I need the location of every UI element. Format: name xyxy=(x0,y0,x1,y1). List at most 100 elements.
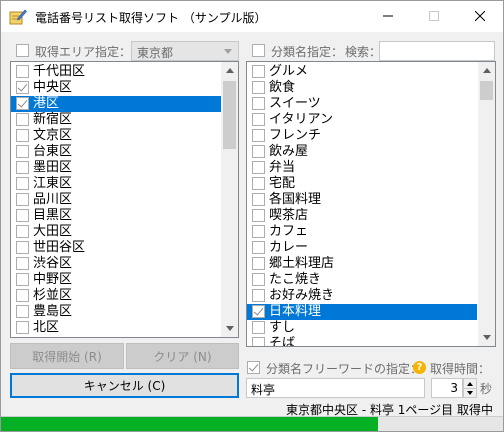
scrollbar-thumb[interactable] xyxy=(223,81,236,149)
list-item-checkbox[interactable] xyxy=(252,145,265,158)
list-item-checkbox[interactable] xyxy=(16,225,29,238)
scroll-up-icon[interactable] xyxy=(221,62,238,79)
list-item-checkbox[interactable] xyxy=(252,225,265,238)
area-checkbox[interactable] xyxy=(16,44,29,57)
cancel-button[interactable]: キャンセル (C) xyxy=(10,373,239,398)
list-item[interactable]: お好み焼き xyxy=(247,288,477,304)
search-input[interactable] xyxy=(379,41,495,61)
category-list-scrollbar[interactable] xyxy=(478,62,495,346)
list-item-checkbox[interactable] xyxy=(16,97,29,110)
list-item-checkbox[interactable] xyxy=(16,321,29,334)
list-item[interactable]: 江東区 xyxy=(11,176,221,192)
list-item-checkbox[interactable] xyxy=(252,321,265,334)
freeword-input[interactable]: 料亭 xyxy=(246,378,425,398)
list-item[interactable]: 杉並区 xyxy=(11,288,221,304)
list-item[interactable]: 大田区 xyxy=(11,224,221,240)
list-item-checkbox[interactable] xyxy=(252,305,265,318)
list-item-checkbox[interactable] xyxy=(252,161,265,174)
list-item[interactable]: 弁当 xyxy=(247,160,477,176)
interval-input[interactable]: 3 xyxy=(431,378,463,398)
list-item[interactable]: 世田谷区 xyxy=(11,240,221,256)
interval-stepper[interactable] xyxy=(463,378,477,398)
list-item-label: 弁当 xyxy=(269,160,296,175)
interval-input-value: 3 xyxy=(450,381,458,395)
list-item-checkbox[interactable] xyxy=(16,145,29,158)
list-item-checkbox[interactable] xyxy=(16,177,29,190)
list-item[interactable]: 目黒区 xyxy=(11,208,221,224)
list-item[interactable]: 新宿区 xyxy=(11,112,221,128)
list-item[interactable]: 台東区 xyxy=(11,144,221,160)
list-item[interactable]: 中野区 xyxy=(11,272,221,288)
stepper-down-icon[interactable] xyxy=(464,388,476,397)
list-item-checkbox[interactable] xyxy=(252,257,265,270)
list-item-checkbox[interactable] xyxy=(252,113,265,126)
list-item-checkbox[interactable] xyxy=(16,161,29,174)
list-item-checkbox[interactable] xyxy=(16,257,29,270)
list-item[interactable]: カレー xyxy=(247,240,477,256)
list-item[interactable]: たこ焼き xyxy=(247,272,477,288)
list-item-checkbox[interactable] xyxy=(252,129,265,142)
list-item-checkbox[interactable] xyxy=(16,289,29,302)
list-item[interactable]: 宅配 xyxy=(247,176,477,192)
list-item[interactable]: 墨田区 xyxy=(11,160,221,176)
list-item[interactable]: グルメ xyxy=(247,64,477,80)
list-item-checkbox[interactable] xyxy=(16,305,29,318)
list-item-checkbox[interactable] xyxy=(252,209,265,222)
list-item[interactable]: 渋谷区 xyxy=(11,256,221,272)
list-item[interactable]: 港区 xyxy=(11,96,221,112)
scroll-down-icon[interactable] xyxy=(221,320,238,337)
list-item-checkbox[interactable] xyxy=(252,193,265,206)
scroll-down-icon[interactable] xyxy=(478,329,495,346)
list-item[interactable]: フレンチ xyxy=(247,128,477,144)
list-item[interactable]: 千代田区 xyxy=(11,64,221,80)
freeword-checkbox[interactable] xyxy=(247,361,260,374)
list-item[interactable]: 品川区 xyxy=(11,192,221,208)
list-item[interactable]: イタリアン xyxy=(247,112,477,128)
list-item[interactable]: カフェ xyxy=(247,224,477,240)
ward-list-scrollbar[interactable] xyxy=(221,62,238,337)
list-item[interactable]: 飲食 xyxy=(247,80,477,96)
list-item[interactable]: すし xyxy=(247,320,477,336)
start-button[interactable]: 取得開始 (R) xyxy=(10,343,124,369)
list-item[interactable]: スイーツ xyxy=(247,96,477,112)
list-item[interactable]: 飲み屋 xyxy=(247,144,477,160)
list-item-checkbox[interactable] xyxy=(16,209,29,222)
category-list[interactable]: グルメ 飲食 スイーツ イタリアン フレンチ 飲み屋 弁当 宅配 各国料理 喫茶店 カフェ カレー 郷土… xyxy=(246,61,496,347)
minimize-button[interactable] xyxy=(365,1,411,31)
list-item-checkbox[interactable] xyxy=(252,337,265,346)
list-item-checkbox[interactable] xyxy=(252,177,265,190)
list-item-checkbox[interactable] xyxy=(16,241,29,254)
scrollbar-thumb[interactable] xyxy=(480,81,493,100)
list-item-checkbox[interactable] xyxy=(16,129,29,142)
scroll-up-icon[interactable] xyxy=(478,62,495,79)
list-item-checkbox[interactable] xyxy=(252,241,265,254)
maximize-button[interactable] xyxy=(411,1,457,31)
list-item[interactable]: 喫茶店 xyxy=(247,208,477,224)
help-icon[interactable]: ? xyxy=(413,361,426,374)
list-item-checkbox[interactable] xyxy=(252,81,265,94)
area-select[interactable]: 東京都 xyxy=(131,41,239,61)
list-item[interactable]: 郷土料理店 xyxy=(247,256,477,272)
category-checkbox[interactable] xyxy=(252,44,265,57)
list-item-checkbox[interactable] xyxy=(16,65,29,78)
list-item-checkbox[interactable] xyxy=(16,273,29,286)
list-item[interactable]: 各国料理 xyxy=(247,192,477,208)
clear-button[interactable]: クリア (N) xyxy=(126,343,239,369)
list-item-checkbox[interactable] xyxy=(16,193,29,206)
list-item-checkbox[interactable] xyxy=(252,273,265,286)
list-item[interactable]: 豊島区 xyxy=(11,304,221,320)
list-item[interactable]: そば xyxy=(247,336,477,346)
list-item[interactable]: 文京区 xyxy=(11,128,221,144)
list-item-checkbox[interactable] xyxy=(252,65,265,78)
list-item-checkbox[interactable] xyxy=(252,289,265,302)
stepper-up-icon[interactable] xyxy=(464,379,476,388)
list-item-checkbox[interactable] xyxy=(252,97,265,110)
ward-list[interactable]: 千代田区 中央区 港区 新宿区 文京区 台東区 墨田区 江東区 品川区 目黒区 大田区 世田谷区 渋谷区… xyxy=(10,61,239,338)
close-button[interactable] xyxy=(457,1,503,31)
minimize-icon xyxy=(383,15,393,17)
list-item[interactable]: 中央区 xyxy=(11,80,221,96)
list-item-checkbox[interactable] xyxy=(16,81,29,94)
list-item[interactable]: 日本料理 xyxy=(247,304,477,320)
list-item[interactable]: 北区 xyxy=(11,320,221,336)
list-item-checkbox[interactable] xyxy=(16,113,29,126)
